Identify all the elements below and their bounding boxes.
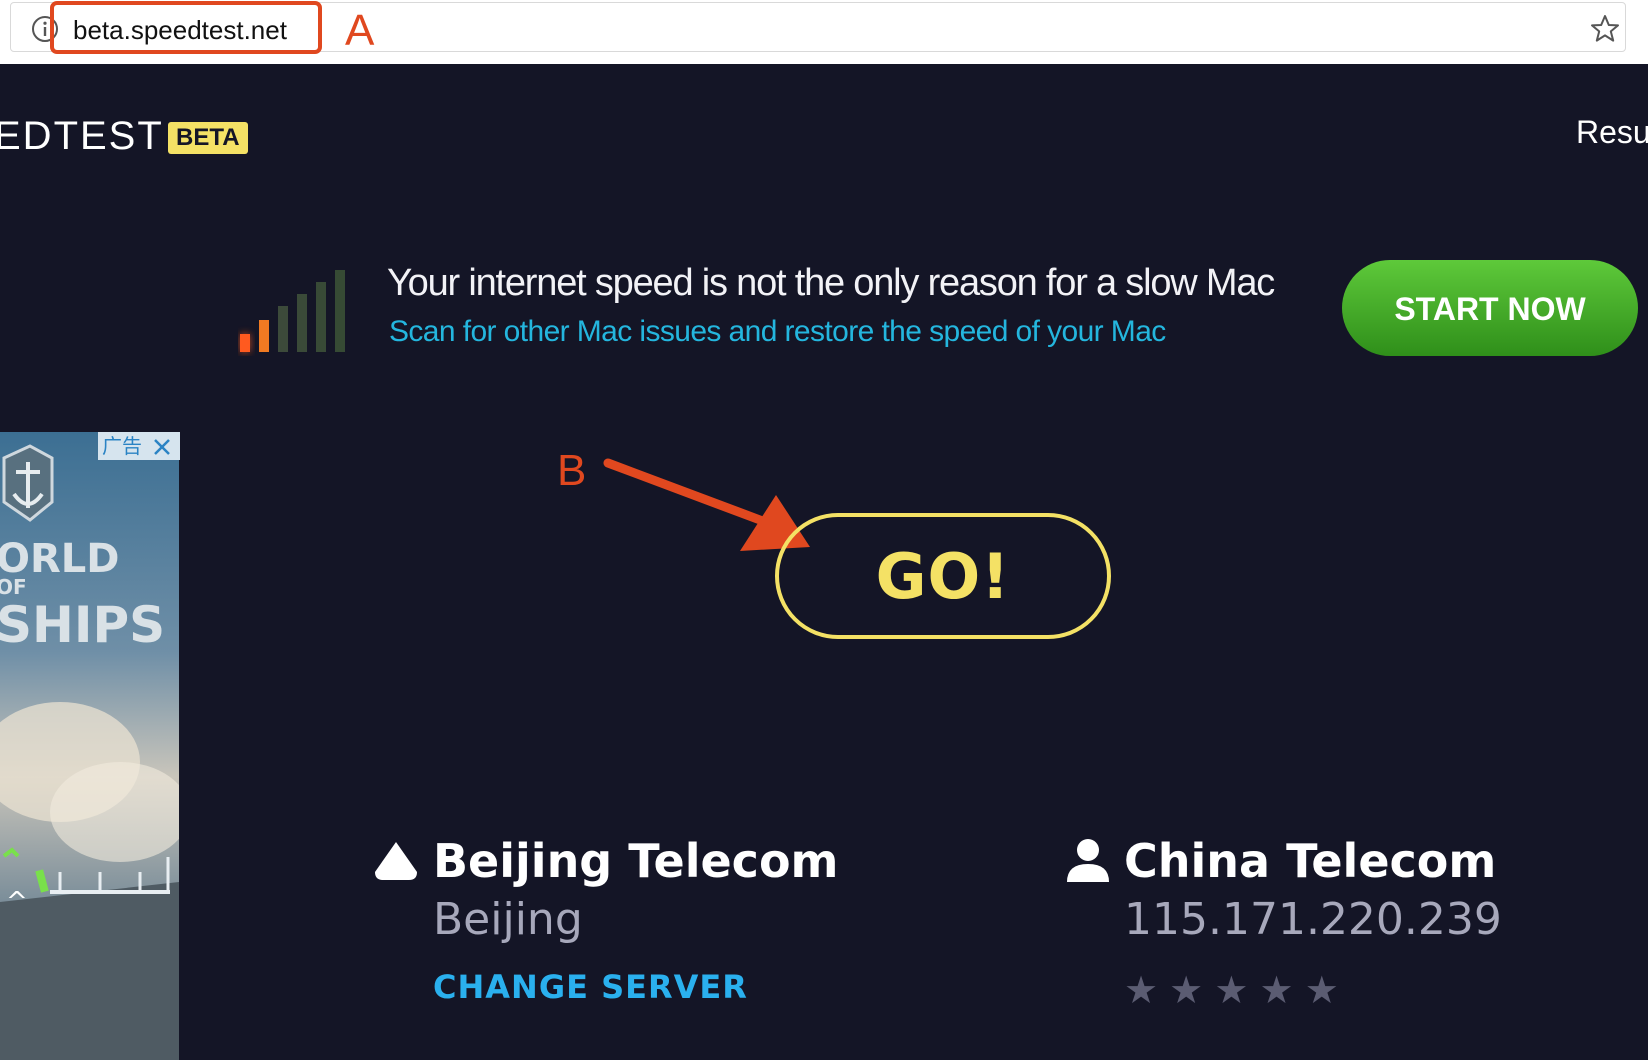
rating-star-2[interactable]: ★: [1169, 970, 1203, 1010]
server-location: Beijing: [433, 894, 583, 945]
promo-subtext[interactable]: Scan for other Mac issues and restore th…: [389, 315, 1166, 349]
svg-text:SHIPS: SHIPS: [0, 596, 165, 654]
signal-bars-icon: [240, 270, 345, 352]
start-now-button[interactable]: START NOW: [1342, 260, 1638, 356]
isp-name: China Telecom: [1124, 834, 1497, 888]
ad-artwork[interactable]: ORLD OF SHIPS ^: [0, 432, 179, 1060]
rating-star-4[interactable]: ★: [1260, 970, 1294, 1010]
rating-star-1[interactable]: ★: [1124, 970, 1158, 1010]
go-button[interactable]: GO!: [775, 513, 1111, 639]
promo-headline[interactable]: Your internet speed is not the only reas…: [387, 262, 1275, 305]
nav-results-link[interactable]: Resu: [1576, 114, 1648, 151]
beta-badge: BETA: [168, 122, 248, 154]
browser-toolbar: beta.speedtest.net A: [0, 0, 1648, 64]
rating-star-3[interactable]: ★: [1214, 970, 1248, 1010]
star-icon[interactable]: [1589, 13, 1621, 45]
svg-text:^: ^: [6, 887, 28, 917]
ad-label-text: 广告: [102, 434, 142, 458]
server-name: Beijing Telecom: [433, 834, 839, 888]
rating-star-5[interactable]: ★: [1305, 970, 1339, 1010]
speedtest-logo[interactable]: EDTEST: [0, 114, 164, 159]
annotation-label-a: A: [345, 6, 375, 55]
server-icon: [375, 842, 417, 880]
ip-address: 115.171.220.239: [1124, 894, 1502, 945]
user-icon: [1067, 839, 1109, 882]
isp-rating-stars[interactable]: ★ ★ ★ ★ ★: [1124, 970, 1345, 1010]
annotation-label-b: B: [557, 446, 587, 495]
change-server-link[interactable]: CHANGE SERVER: [433, 968, 748, 1006]
page: beta.speedtest.net A EDTEST BETA Resu Yo…: [0, 0, 1648, 1060]
close-icon[interactable]: [152, 437, 172, 457]
annotation-highlight-a: [50, 1, 322, 54]
